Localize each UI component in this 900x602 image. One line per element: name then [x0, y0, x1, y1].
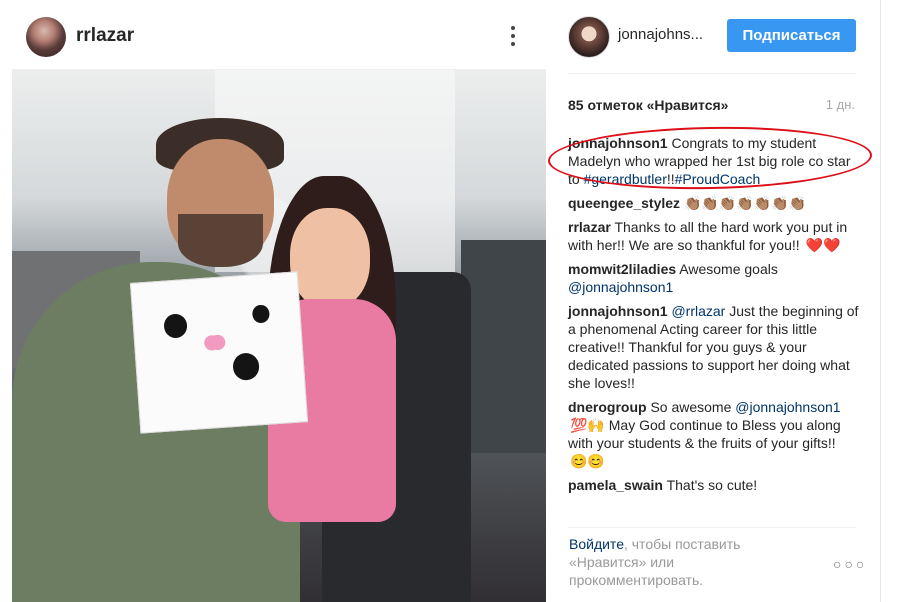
post-time: 1 дн.	[825, 97, 855, 112]
man-beard	[177, 213, 263, 267]
comment-item: momwit2liladies Awesome goals @jonnajohn…	[568, 260, 864, 296]
comment-item: pamela_swain That's so cute!	[568, 476, 864, 494]
comment-text: That's so cute!	[666, 477, 758, 493]
comment-text: Awesome goals	[679, 261, 778, 277]
commenter-username[interactable]: jonnajohns...	[618, 26, 703, 43]
comment-item: dnerogroup So awesome @jonnajohnson1 💯🙌 …	[568, 398, 864, 470]
hashtag-link[interactable]: #ProudCoach	[675, 171, 761, 187]
post-photo	[12, 70, 546, 602]
login-prompt: Войдите, чтобы поставить «Нравится» или …	[569, 535, 799, 589]
mention-link[interactable]: @rrlazar	[671, 303, 725, 319]
comment-item: jonnajohnson1 @rrlazar Just the beginnin…	[568, 302, 864, 392]
heart-emoji: ❤️❤️	[805, 237, 841, 253]
post-author-avatar[interactable]	[26, 17, 66, 57]
post-author-username[interactable]: rrlazar	[76, 25, 134, 47]
comment-user[interactable]: pamela_swain	[568, 477, 663, 493]
comment-user[interactable]: queengee_stylez	[568, 195, 680, 211]
smile-emoji: 😊😊	[570, 453, 605, 469]
login-link[interactable]: Войдите	[569, 536, 624, 552]
mention-link[interactable]: @jonnajohnson1	[735, 399, 840, 415]
comment-item: queengee_stylez 👏🏽👏🏽👏🏽👏🏽👏🏽👏🏽👏🏽	[568, 194, 864, 212]
comment-text: !!	[666, 171, 675, 187]
page-scrollbar[interactable]	[880, 0, 900, 602]
art-paper	[129, 271, 308, 435]
counter-right	[460, 240, 546, 454]
comments-panel: jonnajohns... Подписаться 85 отметок «Нр…	[546, 0, 880, 602]
comments-divider	[568, 527, 856, 528]
comment-text: So awesome	[650, 399, 732, 415]
follow-button[interactable]: Подписаться	[727, 19, 856, 52]
comment-item: jonnajohnson1 Congrats to my student Mad…	[568, 134, 864, 188]
comment-item: rrlazar Thanks to all the hard work you …	[568, 218, 864, 254]
more-icon[interactable]: ○○○	[833, 556, 867, 572]
mention-link[interactable]: @jonnajohnson1	[568, 279, 673, 295]
comments-list: jonnajohnson1 Congrats to my student Mad…	[568, 134, 864, 500]
comment-user[interactable]: dnerogroup	[568, 399, 647, 415]
right-header-divider	[568, 73, 856, 74]
comment-user[interactable]: jonnajohnson1	[568, 135, 668, 151]
comment-user[interactable]: momwit2liladies	[568, 261, 676, 277]
comment-user[interactable]: jonnajohnson1	[568, 303, 668, 319]
comment-user[interactable]: rrlazar	[568, 219, 611, 235]
butterfly-drawing	[198, 331, 231, 361]
commenter-avatar[interactable]	[568, 16, 610, 58]
girl-face	[289, 208, 370, 310]
more-options-icon[interactable]	[510, 26, 516, 50]
likes-count[interactable]: 85 отметок «Нравится»	[568, 97, 728, 113]
comment-emoji: 👏🏽👏🏽👏🏽👏🏽👏🏽👏🏽👏🏽	[683, 195, 806, 211]
hashtag-link[interactable]: #gerardbutler	[584, 171, 667, 187]
hundred-emoji: 💯🙌	[570, 417, 605, 433]
commenter-header: jonnajohns... Подписаться	[546, 0, 880, 70]
post-header: rrlazar	[0, 0, 546, 70]
comment-text: May God continue to Bless you along with…	[568, 417, 841, 451]
